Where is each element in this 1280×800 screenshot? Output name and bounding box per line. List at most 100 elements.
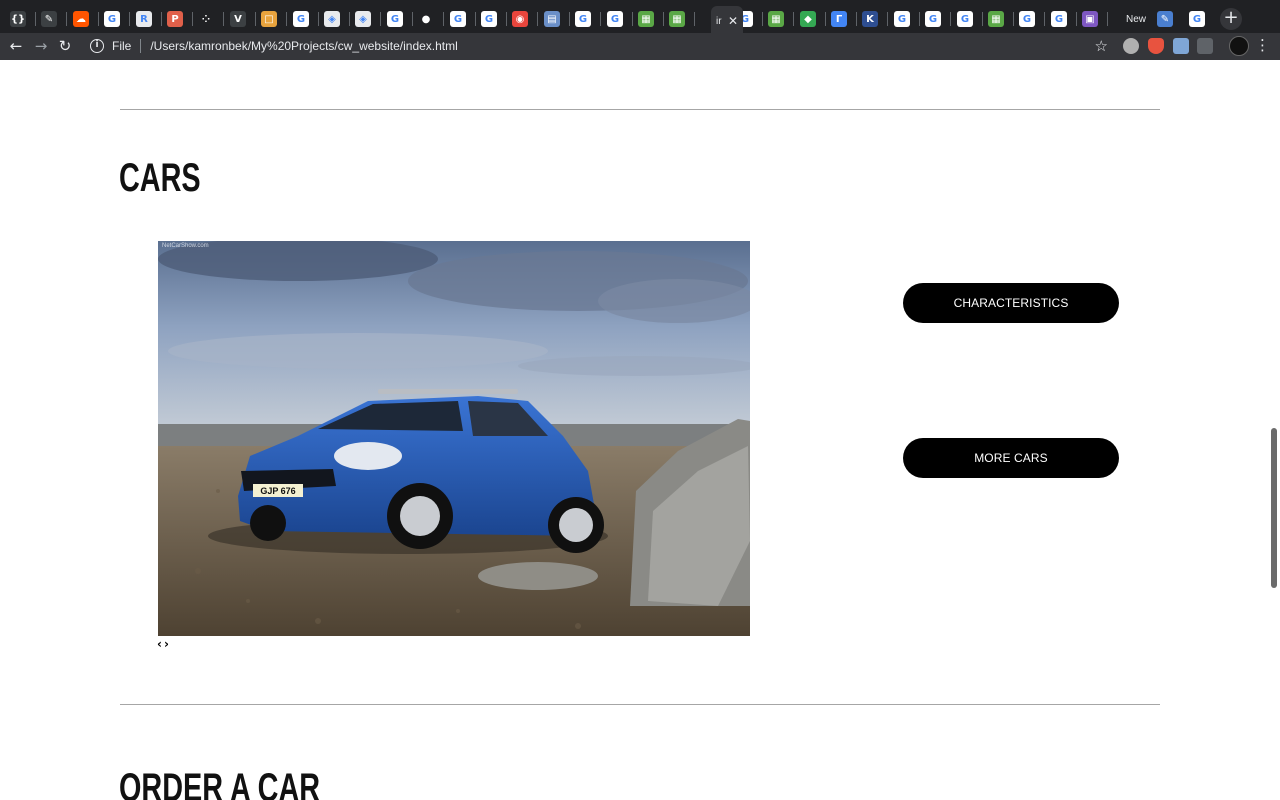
browser-tab[interactable]: G (1046, 6, 1077, 32)
extension-tracker-icon[interactable] (1123, 38, 1139, 54)
section-divider-bottom (120, 704, 1160, 705)
browser-tab[interactable]: G (476, 6, 507, 32)
tab-new-tab[interactable]: New (1119, 6, 1149, 32)
car-photo-drawing: GJP 676 (158, 241, 750, 636)
browser-tab[interactable]: ◈ (350, 6, 381, 32)
browser-tab[interactable]: G (570, 6, 601, 32)
google-icon: G (450, 11, 466, 27)
google-icon: G (925, 11, 941, 27)
browser-tab[interactable]: ● (413, 6, 444, 32)
tab-separator (694, 12, 695, 26)
browser-menu-icon[interactable]: ⋮ (1255, 36, 1270, 54)
new-tab-button[interactable]: + (1220, 8, 1242, 30)
browser-tab[interactable]: K (857, 6, 888, 32)
characteristics-button[interactable]: CHARACTERISTICS (903, 283, 1119, 323)
browser-tab[interactable]: ⁘ (193, 6, 224, 32)
browser-tab[interactable]: G (920, 6, 951, 32)
tab-separator (887, 12, 888, 26)
tab-separator (380, 12, 381, 26)
order-section-title: ORDER A CAR (119, 766, 321, 800)
script-icon: ✎ (41, 11, 57, 27)
reload-icon[interactable]: ↻ (55, 36, 75, 56)
browser-tab[interactable]: G (602, 6, 633, 32)
omnibox-divider (140, 39, 142, 53)
browser-tab[interactable]: ◈ (319, 6, 350, 32)
sheet-app-icon: ▦ (988, 11, 1004, 27)
v-app-icon: V (230, 11, 246, 27)
back-icon[interactable]: ← (6, 36, 26, 56)
browser-tab[interactable]: ▣ (1077, 6, 1108, 32)
tab-new-tab-label: New (1126, 13, 1147, 25)
tab-separator (950, 12, 951, 26)
browser-tab[interactable]: ▦ (983, 6, 1014, 32)
slider-controls: ‹ › (157, 637, 169, 651)
tab-strip: {} ✎ ☁ G R P ⁘ V □ G ◈ ◈ G ● G G ◉ ▤ G G ▦ ▦ G ▦ ◆ Г K G G G ▦ G G ▣ ir ✕… (0, 0, 1280, 36)
square-app-icon: □ (261, 11, 277, 27)
browser-tab[interactable]: ✎ (36, 6, 67, 32)
cube-app-icon: ◈ (355, 11, 371, 27)
tab-active[interactable]: ir ✕ (711, 6, 743, 36)
google-icon: G (1189, 11, 1205, 27)
browser-tab[interactable]: V (225, 6, 256, 32)
browser-tab[interactable]: G (952, 6, 983, 32)
forward-icon[interactable]: → (31, 36, 51, 56)
info-icon[interactable]: i (90, 39, 104, 53)
browser-tab[interactable]: G (382, 6, 413, 32)
browser-tab[interactable]: G (1014, 6, 1045, 32)
scrollbar-thumb[interactable] (1271, 428, 1277, 588)
p-app-icon: P (167, 11, 183, 27)
tab-separator (129, 12, 130, 26)
browser-tab[interactable]: ☁ (68, 6, 99, 32)
tab-separator (537, 12, 538, 26)
browser-tab[interactable]: {} (5, 6, 36, 32)
tab-separator (600, 12, 601, 26)
browser-toolbar: ← → ↻ i File /Users/kamronbek/My%20Proje… (0, 33, 1280, 60)
google-icon: G (293, 11, 309, 27)
sheet-app-icon: ▦ (669, 11, 685, 27)
url-text[interactable]: /Users/kamronbek/My%20Projects/cw_websit… (150, 39, 457, 53)
bookmark-star-icon[interactable]: ☆ (1095, 37, 1108, 55)
browser-tab[interactable]: ▦ (664, 6, 695, 32)
browser-tab[interactable]: G (445, 6, 476, 32)
extension-image-icon[interactable] (1173, 38, 1189, 54)
slider-next-icon[interactable]: › (164, 637, 169, 651)
photo-watermark: NetCarShow.com (162, 243, 209, 249)
browser-tab[interactable]: R (131, 6, 162, 32)
browser-tab[interactable]: G (889, 6, 920, 32)
cars-section-title: CARS (119, 156, 201, 200)
browser-tab[interactable]: ◆ (795, 6, 826, 32)
github-icon: ● (418, 11, 434, 27)
tab-active-label: ir (716, 15, 722, 27)
extension-shield-icon[interactable] (1148, 38, 1164, 54)
google-icon: G (1051, 11, 1067, 27)
page-content: CARS GJP 676 NetCarShow.com ‹ › CHARACTE… (0, 60, 1280, 800)
purple-app-icon: ▣ (1082, 11, 1098, 27)
browser-tab[interactable]: P (162, 6, 193, 32)
browser-tab[interactable]: Г (826, 6, 857, 32)
browser-tab[interactable]: ✎ (1152, 6, 1183, 32)
slider-prev-icon[interactable]: ‹ (157, 637, 162, 651)
maps-icon: ◆ (800, 11, 816, 27)
browser-tab[interactable]: □ (256, 6, 287, 32)
google-icon: G (1019, 11, 1035, 27)
browser-tab[interactable]: ▤ (539, 6, 570, 32)
address-bar[interactable]: i File /Users/kamronbek/My%20Projects/cw… (84, 35, 1116, 57)
page-scrollbar[interactable] (1268, 60, 1280, 800)
more-cars-button[interactable]: MORE CARS (903, 438, 1119, 478)
extension-cast-icon[interactable] (1197, 38, 1213, 54)
browser-tab[interactable]: G (288, 6, 319, 32)
profile-avatar[interactable] (1229, 36, 1249, 56)
tab-separator (286, 12, 287, 26)
car-slider-image[interactable]: GJP 676 NetCarShow.com (158, 241, 750, 636)
google-icon: G (607, 11, 623, 27)
license-plate-text: GJP 676 (260, 486, 295, 496)
browser-tab[interactable]: G (1184, 6, 1215, 32)
browser-tab[interactable]: ▦ (633, 6, 664, 32)
browser-tab[interactable]: ◉ (507, 6, 538, 32)
tab-close-icon[interactable]: ✕ (728, 14, 738, 28)
browser-tab[interactable]: ▦ (763, 6, 794, 32)
tab-separator (443, 12, 444, 26)
tab-separator (1044, 12, 1045, 26)
browser-tab[interactable]: G (99, 6, 130, 32)
grid-app-icon: ⁘ (198, 11, 214, 27)
